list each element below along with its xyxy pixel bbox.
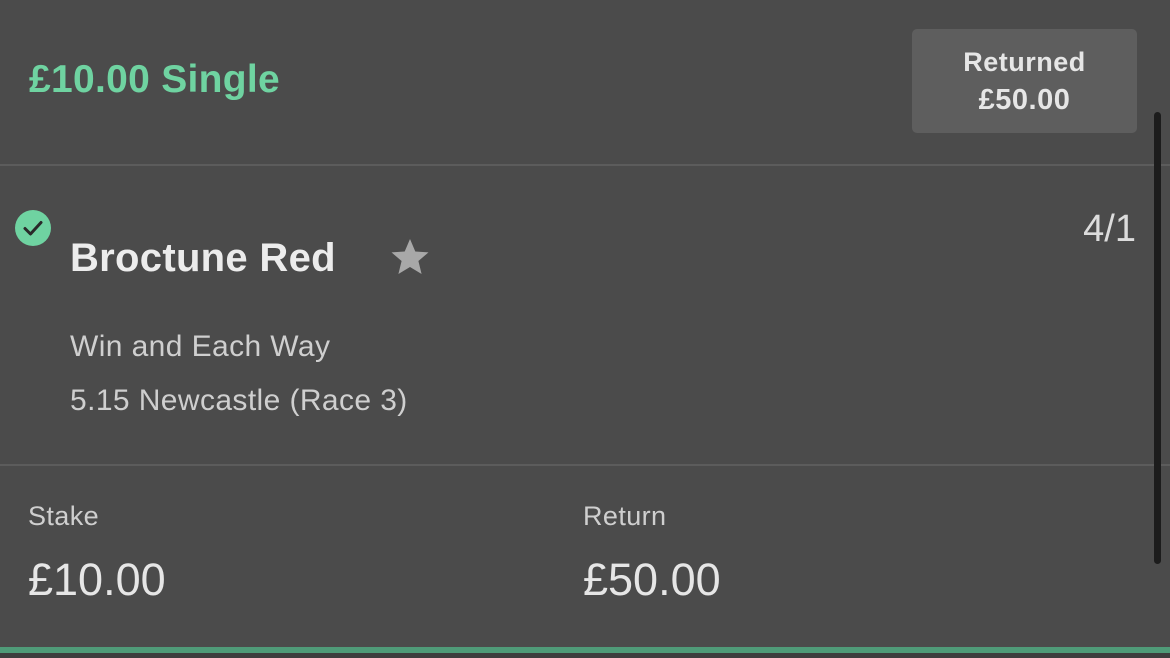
stake-label: Stake — [28, 501, 100, 531]
bet-card: £10.00 Single Returned £50.00 Broctune R… — [0, 0, 1170, 658]
selection-race: 5.15 Newcastle (Race 3) — [70, 384, 408, 417]
divider — [0, 164, 1170, 166]
returned-label: Returned — [963, 47, 1086, 77]
bet-title: £10.00 Single — [29, 58, 281, 101]
selection-market: Win and Each Way — [70, 330, 331, 363]
returned-amount: £50.00 — [978, 84, 1071, 116]
return-value: £50.00 — [583, 554, 721, 605]
selection-name: Broctune Red — [70, 236, 336, 280]
star-icon[interactable] — [388, 236, 432, 280]
selection-odds: 4/1 — [1083, 208, 1136, 250]
divider — [0, 464, 1170, 466]
returned-badge: Returned £50.00 — [912, 29, 1137, 133]
bottom-strip — [0, 653, 1170, 658]
scrollbar[interactable] — [1154, 112, 1161, 564]
stake-value: £10.00 — [28, 554, 166, 605]
check-circle-icon — [15, 210, 51, 246]
return-label: Return — [583, 501, 667, 531]
bet-header: £10.00 Single Returned £50.00 — [0, 0, 1170, 164]
